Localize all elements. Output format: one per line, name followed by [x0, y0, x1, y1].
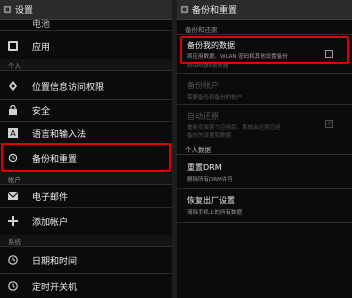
sidebar-item-email-label: 电子邮件: [32, 193, 69, 203]
section-system-label: 系统: [8, 238, 21, 246]
settings-panel: 设置 电池 应用 个人 位置信息访问权限 安全 A 语言和输入法 备份和重置 帐…: [0, 0, 172, 298]
sidebar-item-schedule-power[interactable]: 定时开关机: [0, 274, 172, 298]
language-keyboard-icon: A: [8, 128, 18, 138]
backup-my-data-highlight: [180, 36, 349, 64]
backup-reset-title: 备份和重置: [192, 6, 238, 16]
sidebar-item-security[interactable]: 安全: [0, 100, 172, 122]
section-system: 系统: [0, 235, 172, 247]
section-personal-label: 个人: [8, 62, 21, 70]
reset-drm-item[interactable]: 重置DRM 删除所有DRM许可: [177, 157, 352, 187]
auto-restore-item: 自动还原 重新安装某个应用后，系统会还原已经 备份的设置和数据 ✓: [177, 105, 352, 143]
backup-account-title: 备份帐户: [187, 81, 219, 90]
reset-drm-title: 重置DRM: [187, 163, 222, 172]
sidebar-item-apps[interactable]: 应用: [0, 31, 172, 59]
svg-text:A: A: [10, 129, 16, 138]
apps-icon: [8, 41, 18, 51]
clock-icon: [8, 255, 18, 265]
settings-icon: [180, 5, 189, 14]
auto-restore-subtitle-line1: 重新安装某个应用后，系统会还原已经: [187, 125, 281, 131]
sidebar-item-add-account-label: 添加帐户: [32, 218, 69, 228]
backup-account-item: 备份帐户 需要备份到备份的帐户: [177, 74, 352, 104]
auto-restore-title: 自动还原: [187, 112, 219, 121]
settings-title-bar: 设置: [0, 0, 172, 20]
backup-reset-highlight: [1, 143, 171, 172]
sidebar-item-language[interactable]: A 语言和输入法: [0, 122, 172, 144]
auto-restore-checkbox: ✓: [325, 118, 334, 128]
factory-reset-title: 恢复出厂设置: [187, 196, 235, 205]
section-personal: 个人: [0, 59, 172, 71]
power-clock-icon: [8, 281, 18, 291]
plus-icon: [8, 216, 18, 226]
checkmark-icon: ✓: [327, 118, 334, 127]
section-backup-restore: 备份和还原: [177, 23, 352, 35]
sidebar-item-datetime[interactable]: 日期和时间: [0, 248, 172, 273]
sidebar-item-battery[interactable]: 电池: [0, 19, 172, 30]
sidebar-item-add-account[interactable]: 添加帐户: [0, 208, 172, 234]
factory-reset-subtitle: 清除手机上的所有数据: [187, 210, 243, 216]
settings-icon: [3, 5, 12, 14]
lock-icon: [9, 105, 17, 115]
settings-title: 设置: [15, 6, 34, 16]
section-accounts: 帐户: [0, 173, 172, 185]
sidebar-item-datetime-label: 日期和时间: [32, 257, 78, 267]
sidebar-item-email[interactable]: 电子邮件: [0, 186, 172, 208]
sidebar-item-battery-label: 电池: [32, 20, 51, 30]
location-pin-icon: [9, 81, 17, 91]
sidebar-item-apps-label: 应用: [32, 43, 51, 53]
backup-reset-panel: 备份和重置 备份和还原 备份我的数据 将应用数据、WLAN 密码和其他设置备份 …: [177, 0, 352, 298]
backup-account-subtitle: 需要备份到备份的帐户: [187, 95, 243, 101]
section-personal-data-label: 个人数据: [185, 146, 211, 154]
section-personal-data: 个人数据: [177, 143, 352, 155]
email-icon: [8, 191, 18, 200]
reset-drm-subtitle: 删除所有DRM许可: [187, 177, 233, 183]
sidebar-item-security-label: 安全: [32, 107, 51, 117]
auto-restore-subtitle-line2: 备份的设置和数据: [187, 133, 232, 139]
sidebar-item-location[interactable]: 位置信息访问权限: [0, 72, 172, 100]
backup-reset-title-bar: 备份和重置: [177, 0, 352, 20]
section-accounts-label: 帐户: [8, 176, 21, 184]
sidebar-item-schedule-power-label: 定时开关机: [32, 283, 78, 293]
sidebar-item-language-label: 语言和输入法: [32, 130, 87, 140]
section-backup-restore-label: 备份和还原: [185, 26, 218, 34]
sidebar-item-location-label: 位置信息访问权限: [32, 83, 105, 93]
factory-reset-item[interactable]: 恢复出厂设置 清除手机上的所有数据: [177, 189, 352, 221]
